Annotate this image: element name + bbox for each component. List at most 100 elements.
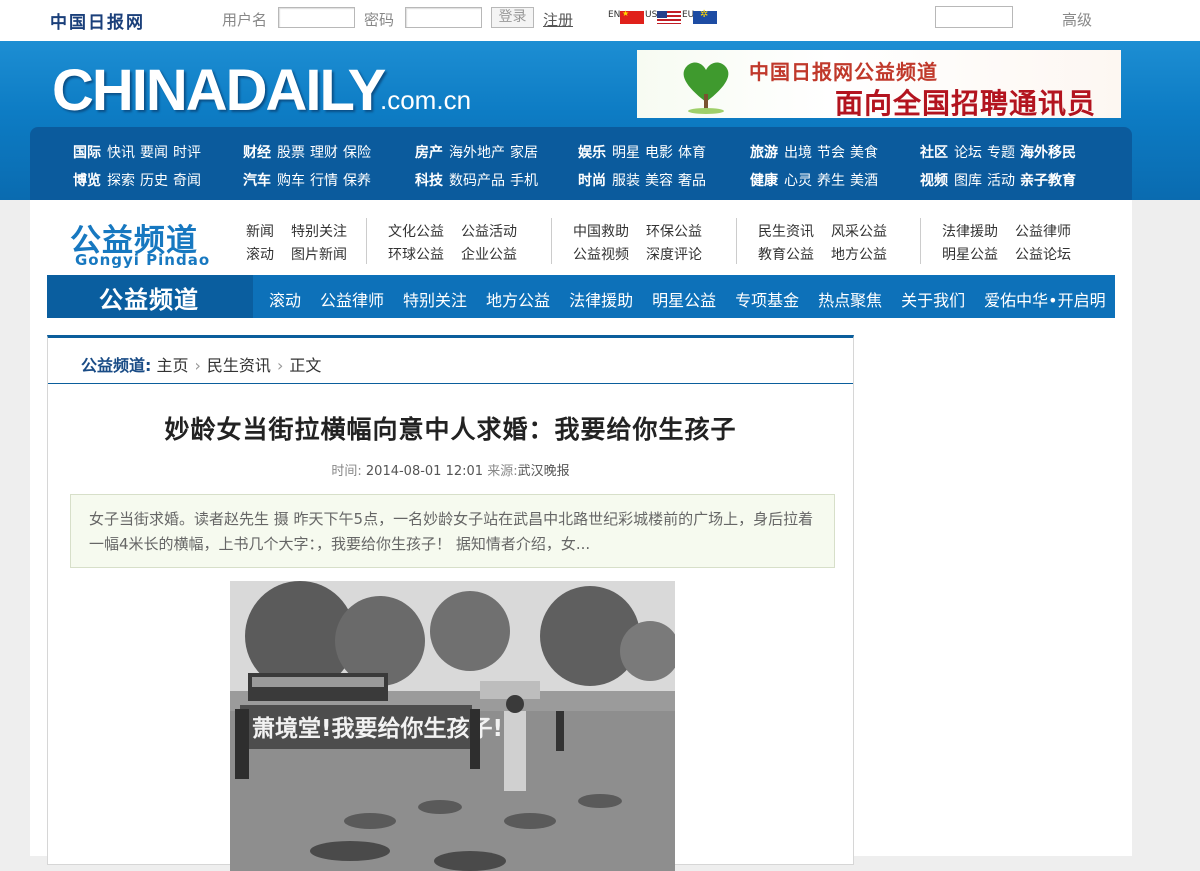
- sublink[interactable]: 公益论坛: [1015, 244, 1071, 264]
- photo-banner-text: 萧境堂!我要给你生孩子!: [252, 715, 503, 742]
- nav-item-head[interactable]: 汽车: [243, 173, 271, 189]
- nav-item-head[interactable]: 旅游: [750, 145, 778, 161]
- nav-item-head[interactable]: 财经: [243, 145, 271, 161]
- channel-bar-item[interactable]: 爱佑中华•开启明: [984, 291, 1105, 310]
- breadcrumb-root[interactable]: 公益频道:: [81, 356, 151, 375]
- login-button[interactable]: 登录: [491, 7, 534, 28]
- username-input[interactable]: [278, 7, 355, 28]
- nav-item-bold[interactable]: 亲子教育: [1020, 173, 1076, 189]
- breadcrumb-item[interactable]: 主页: [157, 356, 189, 375]
- search-input[interactable]: [935, 6, 1013, 28]
- channel-bar-item[interactable]: 热点聚焦: [818, 291, 882, 310]
- nav-item[interactable]: 家居: [510, 145, 538, 161]
- sublink[interactable]: 公益律师: [1015, 221, 1071, 241]
- nav-item[interactable]: 奢品: [678, 173, 706, 189]
- nav-item[interactable]: 心灵: [784, 173, 812, 189]
- us-flag-icon[interactable]: [657, 11, 681, 24]
- nav-item-head[interactable]: 社区: [920, 145, 948, 161]
- channel-nav-bar: 公益频道 滚动 公益律师 特别关注 地方公益 法律援助 明星公益 专项基金 热点聚焦 关于我们爱…: [47, 275, 1115, 318]
- lang-en-label[interactable]: EN: [608, 10, 620, 20]
- nav-item[interactable]: 股票: [277, 145, 305, 161]
- channel-bar-item[interactable]: 法律援助: [569, 291, 633, 310]
- nav-item[interactable]: 养生: [817, 173, 845, 189]
- nav-item[interactable]: 数码产品: [449, 173, 505, 189]
- nav-item[interactable]: 时评: [173, 145, 201, 161]
- nav-item-head[interactable]: 视频: [920, 173, 948, 189]
- channel-bar-item[interactable]: 专项基金: [735, 291, 799, 310]
- nav-item[interactable]: 美食: [850, 145, 878, 161]
- chinadaily-cn-logo[interactable]: 中国日报网: [50, 8, 145, 33]
- nav-item[interactable]: 图库: [954, 173, 982, 189]
- nav-item[interactable]: 购车: [277, 173, 305, 189]
- nav-item[interactable]: 论坛: [954, 145, 982, 161]
- divider: [736, 218, 737, 264]
- breadcrumb-item[interactable]: 正文: [289, 356, 321, 375]
- channel-bar-item[interactable]: 特别关注: [403, 291, 467, 310]
- nav-item[interactable]: 奇闻: [173, 173, 201, 189]
- sublink[interactable]: 地方公益: [831, 244, 887, 264]
- sublink[interactable]: 民生资讯: [758, 221, 814, 241]
- nav-item[interactable]: 服装: [612, 173, 640, 189]
- sublink[interactable]: 中国救助: [573, 221, 629, 241]
- nav-item[interactable]: 保养: [343, 173, 371, 189]
- nav-item[interactable]: 历史: [140, 173, 168, 189]
- nav-item-head[interactable]: 健康: [750, 173, 778, 189]
- channel-bar-item[interactable]: 关于我们: [901, 291, 965, 310]
- nav-item-bold[interactable]: 海外移民: [1020, 145, 1076, 161]
- channel-bar-title[interactable]: 公益频道: [99, 280, 199, 315]
- nav-item[interactable]: 节会: [817, 145, 845, 161]
- nav-item-head[interactable]: 时尚: [578, 173, 606, 189]
- sublink[interactable]: 明星公益: [942, 244, 998, 264]
- breadcrumb-item[interactable]: 民生资讯: [207, 356, 271, 375]
- sublink[interactable]: 滚动: [246, 244, 274, 264]
- nav-item[interactable]: 美酒: [850, 173, 878, 189]
- nav-item[interactable]: 手机: [510, 173, 538, 189]
- sublink[interactable]: 教育公益: [758, 244, 814, 264]
- nav-item-head[interactable]: 博览: [73, 173, 101, 189]
- nav-item-head[interactable]: 科技: [415, 173, 443, 189]
- password-input[interactable]: [405, 7, 482, 28]
- nav-item[interactable]: 明星: [612, 145, 640, 161]
- nav-item-head[interactable]: 房产: [415, 145, 443, 161]
- nav-item-head[interactable]: 娱乐: [578, 145, 606, 161]
- nav-item[interactable]: 体育: [678, 145, 706, 161]
- nav-item[interactable]: 活动: [987, 173, 1015, 189]
- banner-line2: 面向全国招聘通讯员: [835, 87, 1097, 118]
- sublink[interactable]: 环保公益: [646, 221, 702, 241]
- nav-item[interactable]: 海外地产: [449, 145, 505, 161]
- sublink[interactable]: 图片新闻: [291, 244, 347, 264]
- sublink[interactable]: 企业公益: [461, 244, 517, 264]
- sublink[interactable]: 特别关注: [291, 221, 347, 241]
- sublink[interactable]: 法律援助: [942, 221, 998, 241]
- channel-bar-item[interactable]: 滚动: [269, 291, 301, 310]
- nav-item[interactable]: 要闻: [140, 145, 168, 161]
- nav-item[interactable]: 电影: [645, 145, 673, 161]
- lang-us-label[interactable]: US: [645, 10, 657, 20]
- nav-item[interactable]: 出境: [784, 145, 812, 161]
- banner-line1: 中国日报网公益频道: [749, 60, 938, 84]
- sublink[interactable]: 深度评论: [646, 244, 702, 264]
- recruitment-banner[interactable]: 中国日报网公益频道 面向全国招聘通讯员: [637, 50, 1121, 118]
- channel-bar-item[interactable]: 明星公益: [652, 291, 716, 310]
- sublink[interactable]: 文化公益: [388, 221, 444, 241]
- sublink[interactable]: 环球公益: [388, 244, 444, 264]
- channel-bar-item[interactable]: 地方公益: [486, 291, 550, 310]
- nav-item[interactable]: 专题: [987, 145, 1015, 161]
- eu-flag-icon[interactable]: [693, 9, 717, 24]
- sublink[interactable]: 新闻: [246, 221, 274, 241]
- nav-item[interactable]: 探索: [107, 173, 135, 189]
- sublink[interactable]: 风采公益: [831, 221, 887, 241]
- register-link[interactable]: 注册: [543, 9, 573, 30]
- nav-item[interactable]: 美容: [645, 173, 673, 189]
- nav-item[interactable]: 理财: [310, 145, 338, 161]
- nav-item[interactable]: 快讯: [107, 145, 135, 161]
- sublink[interactable]: 公益活动: [461, 221, 517, 241]
- nav-item-head[interactable]: 国际: [73, 145, 101, 161]
- channel-bar-item[interactable]: 公益律师: [320, 291, 384, 310]
- nav-item[interactable]: 行情: [310, 173, 338, 189]
- sublink[interactable]: 公益视频: [573, 244, 629, 264]
- cn-flag-icon[interactable]: [620, 9, 644, 24]
- nav-item[interactable]: 保险: [343, 145, 371, 161]
- chinadaily-logo[interactable]: CHINADAILY: [52, 57, 386, 124]
- advanced-search-link[interactable]: 高级: [1062, 9, 1092, 30]
